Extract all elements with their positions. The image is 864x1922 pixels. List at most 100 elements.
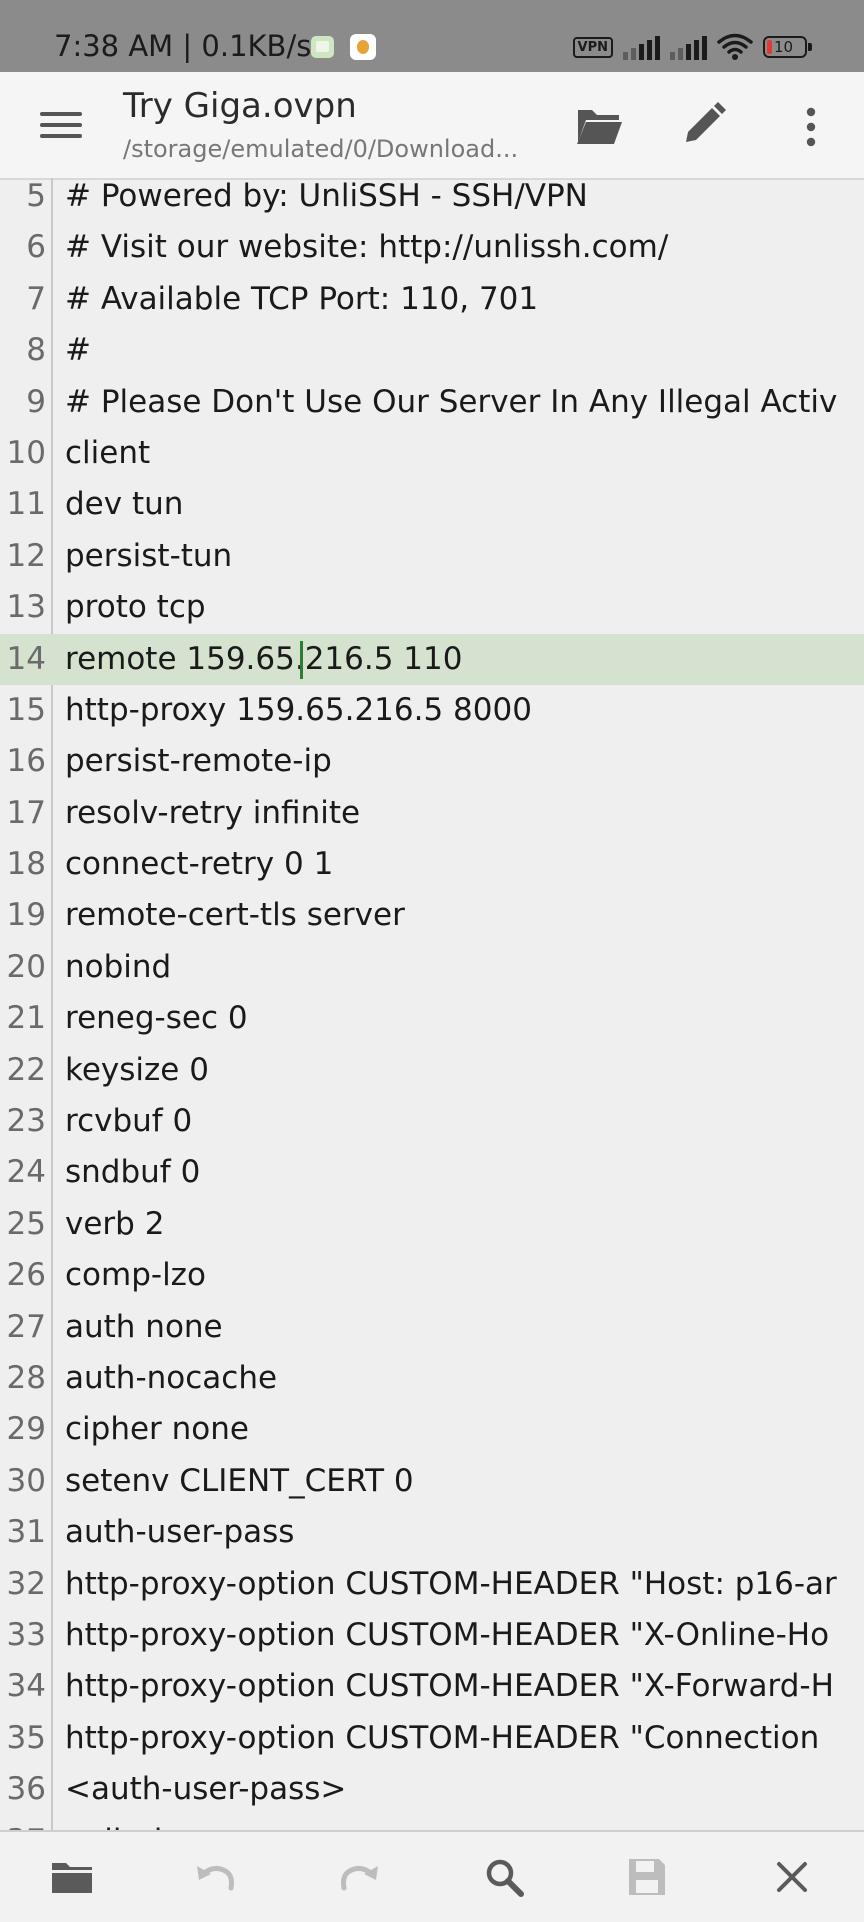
line-number: 36 xyxy=(6,1771,46,1808)
line-number: 17 xyxy=(6,794,46,831)
line-text[interactable]: http-proxy-option CUSTOM-HEADER "X-Onlin… xyxy=(65,1610,829,1661)
line-number: 37 xyxy=(7,1816,46,1831)
editor-line[interactable]: 12 persist-tun xyxy=(0,531,864,582)
line-text[interactable]: # Powered by: UnliSSH - SSH/VPN xyxy=(65,178,588,222)
editor-line[interactable]: 36 <auth-user-pass> xyxy=(0,1764,864,1815)
battery-level xyxy=(767,40,772,54)
editor-line[interactable]: 29 cipher none xyxy=(0,1404,864,1455)
search-icon[interactable] xyxy=(479,1852,529,1902)
editor-line[interactable]: 24 sndbuf 0 xyxy=(0,1147,864,1198)
line-number: 26 xyxy=(6,1257,46,1294)
editor-line[interactable]: 19 remote-cert-tls server xyxy=(0,890,864,941)
line-number: 9 xyxy=(26,383,46,420)
code-editor[interactable]: 5 # Powered by: UnliSSH - SSH/VPN 6 # Visit… xyxy=(0,178,864,1830)
editor-line[interactable]: 10 client xyxy=(0,428,864,479)
line-text[interactable]: remote 159.65.216.5 110 xyxy=(65,634,462,685)
message-notification-icon xyxy=(311,36,334,58)
line-number: 33 xyxy=(6,1616,46,1653)
current-editor-line[interactable]: 14 remote 159.65.216.5 110 xyxy=(0,633,864,685)
line-text[interactable]: auth none xyxy=(65,1302,223,1353)
line-number: 16 xyxy=(6,743,46,780)
editor-line[interactable]: 13 proto tcp xyxy=(0,582,864,633)
line-text[interactable]: http-proxy-option CUSTOM-HEADER "X-Forwa… xyxy=(65,1661,834,1712)
editor-line[interactable]: 21 reneg-sec 0 xyxy=(0,993,864,1044)
line-text[interactable]: auth-user-pass xyxy=(65,1507,294,1558)
status-icons: VPN 10 xyxy=(572,30,812,64)
line-text[interactable]: # Visit our website: http://unlissh.com/ xyxy=(65,222,668,273)
line-number: 11 xyxy=(6,486,46,523)
editor-line[interactable]: 28 auth-nocache xyxy=(0,1353,864,1404)
menu-icon[interactable] xyxy=(40,108,84,142)
editor-line[interactable]: 35 http-proxy-option CUSTOM-HEADER "Conne… xyxy=(0,1713,864,1764)
editor-line[interactable]: 32 http-proxy-option CUSTOM-HEADER "Host:… xyxy=(0,1559,864,1610)
line-text[interactable]: http-proxy-option CUSTOM-HEADER "Connect… xyxy=(65,1713,819,1764)
line-text[interactable]: http-proxy 159.65.216.5 8000 xyxy=(65,685,532,736)
line-text[interactable]: resolv-retry infinite xyxy=(65,788,360,839)
line-number: 21 xyxy=(6,1000,46,1037)
line-text[interactable]: remote-cert-tls server xyxy=(65,890,405,941)
line-text[interactable]: <auth-user-pass> xyxy=(65,1764,346,1815)
wifi-icon xyxy=(717,33,753,60)
file-path: /storage/emulated/0/Download... xyxy=(123,135,519,163)
line-text[interactable]: # xyxy=(65,325,91,376)
editor-line[interactable]: 9 # Please Don't Use Our Server In Any Il… xyxy=(0,377,864,428)
line-text[interactable]: setenv CLIENT_CERT 0 xyxy=(65,1456,414,1507)
editor-line[interactable]: 37 unlissh xyxy=(0,1816,864,1831)
line-text[interactable]: reneg-sec 0 xyxy=(65,993,248,1044)
line-text[interactable]: nobind xyxy=(65,942,171,993)
editor-line[interactable]: 17 resolv-retry infinite xyxy=(0,788,864,839)
signal-icon-2 xyxy=(670,34,707,60)
line-text[interactable]: verb 2 xyxy=(65,1199,164,1250)
line-text[interactable]: # Available TCP Port: 110, 701 xyxy=(65,274,538,325)
line-text[interactable]: keysize 0 xyxy=(65,1045,209,1096)
editor-lines: 5 # Powered by: UnliSSH - SSH/VPN 6 # Visit… xyxy=(0,178,864,1830)
pencil-icon[interactable] xyxy=(682,102,726,146)
line-text[interactable]: connect-retry 0 1 xyxy=(65,839,333,890)
line-number: 29 xyxy=(6,1411,46,1448)
status-bar: 7:38 AM | 0.1KB/s VPN 10 xyxy=(0,0,864,72)
line-text[interactable]: # Please Don't Use Our Server In Any Ill… xyxy=(65,377,837,428)
editor-line[interactable]: 34 http-proxy-option CUSTOM-HEADER "X-For… xyxy=(0,1661,864,1712)
line-text[interactable]: sndbuf 0 xyxy=(65,1147,200,1198)
line-text[interactable]: dev tun xyxy=(65,479,183,530)
editor-line[interactable]: 23 rcvbuf 0 xyxy=(0,1096,864,1147)
editor-line[interactable]: 8 # xyxy=(0,325,864,376)
editor-line[interactable]: 18 connect-retry 0 1 xyxy=(0,839,864,890)
more-vert-icon[interactable] xyxy=(796,106,826,148)
editor-line[interactable]: 20 nobind xyxy=(0,942,864,993)
editor-line[interactable]: 30 setenv CLIENT_CERT 0 xyxy=(0,1456,864,1507)
line-text[interactable]: persist-tun xyxy=(65,531,232,582)
editor-line[interactable]: 15 http-proxy 159.65.216.5 8000 xyxy=(0,685,864,736)
line-text[interactable]: client xyxy=(65,428,150,479)
battery-icon: 10 xyxy=(763,36,812,58)
editor-line[interactable]: 27 auth none xyxy=(0,1302,864,1353)
line-text[interactable]: rcvbuf 0 xyxy=(65,1096,192,1147)
line-number: 24 xyxy=(6,1154,46,1191)
signal-icon xyxy=(623,34,660,60)
folder-open-icon[interactable] xyxy=(574,102,624,148)
editor-line[interactable]: 5 # Powered by: UnliSSH - SSH/VPN xyxy=(0,178,864,222)
line-text[interactable]: auth-nocache xyxy=(65,1353,277,1404)
close-icon[interactable] xyxy=(767,1852,817,1902)
editor-line[interactable]: 16 persist-remote-ip xyxy=(0,736,864,787)
editor-line[interactable]: 6 # Visit our website: http://unlissh.com… xyxy=(0,222,864,273)
editor-line[interactable]: 7 # Available TCP Port: 110, 701 xyxy=(0,274,864,325)
editor-line[interactable]: 26 comp-lzo xyxy=(0,1250,864,1301)
line-text[interactable]: comp-lzo xyxy=(65,1250,206,1301)
line-text[interactable]: unlissh xyxy=(65,1816,173,1831)
editor-line[interactable]: 33 http-proxy-option CUSTOM-HEADER "X-Onl… xyxy=(0,1610,864,1661)
line-text[interactable]: persist-remote-ip xyxy=(65,736,332,787)
editor-line[interactable]: 31 auth-user-pass xyxy=(0,1507,864,1558)
redo-icon[interactable] xyxy=(335,1852,385,1902)
editor-line[interactable]: 11 dev tun xyxy=(0,479,864,530)
editor-line[interactable]: 25 verb 2 xyxy=(0,1199,864,1250)
editor-line[interactable]: 22 keysize 0 xyxy=(0,1045,864,1096)
line-text[interactable]: http-proxy-option CUSTOM-HEADER "Host: p… xyxy=(65,1559,837,1610)
line-text[interactable]: cipher none xyxy=(65,1404,249,1455)
save-icon[interactable] xyxy=(622,1852,672,1902)
undo-icon[interactable] xyxy=(190,1852,240,1902)
open-folder-icon[interactable] xyxy=(47,1852,97,1902)
line-number: 20 xyxy=(6,948,46,985)
app-bar: Try Giga.ovpn /storage/emulated/0/Downlo… xyxy=(0,72,864,180)
line-text[interactable]: proto tcp xyxy=(65,582,206,633)
